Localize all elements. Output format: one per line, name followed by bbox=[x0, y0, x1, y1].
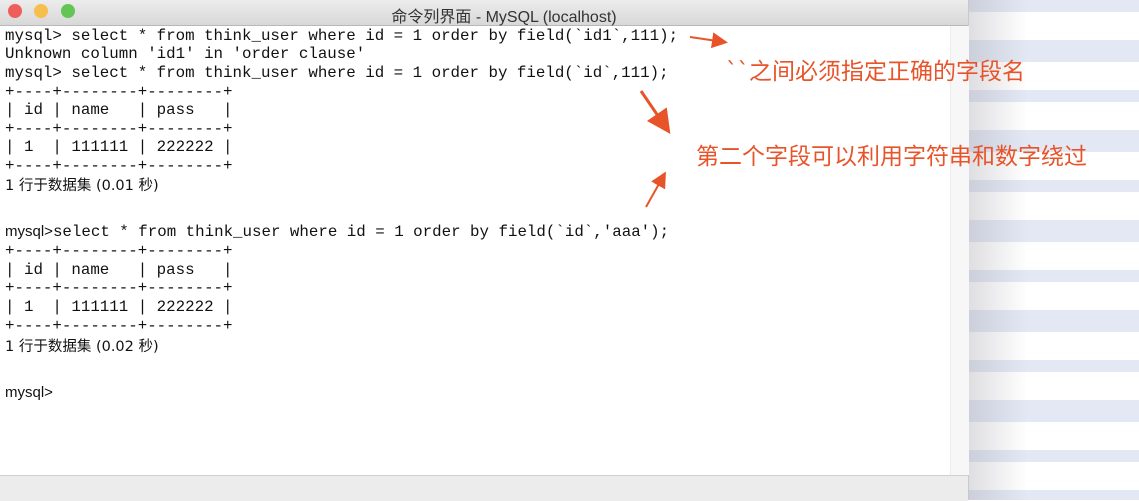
annotation-bypass: 第二个字段可以利用字符串和数字绕过 bbox=[696, 144, 1087, 170]
annotation-field-name: ``之间必须指定正确的字段名 bbox=[726, 59, 1025, 85]
arrow-3 bbox=[645, 171, 666, 208]
arrow-1 bbox=[689, 32, 728, 49]
arrow-2 bbox=[639, 90, 671, 134]
